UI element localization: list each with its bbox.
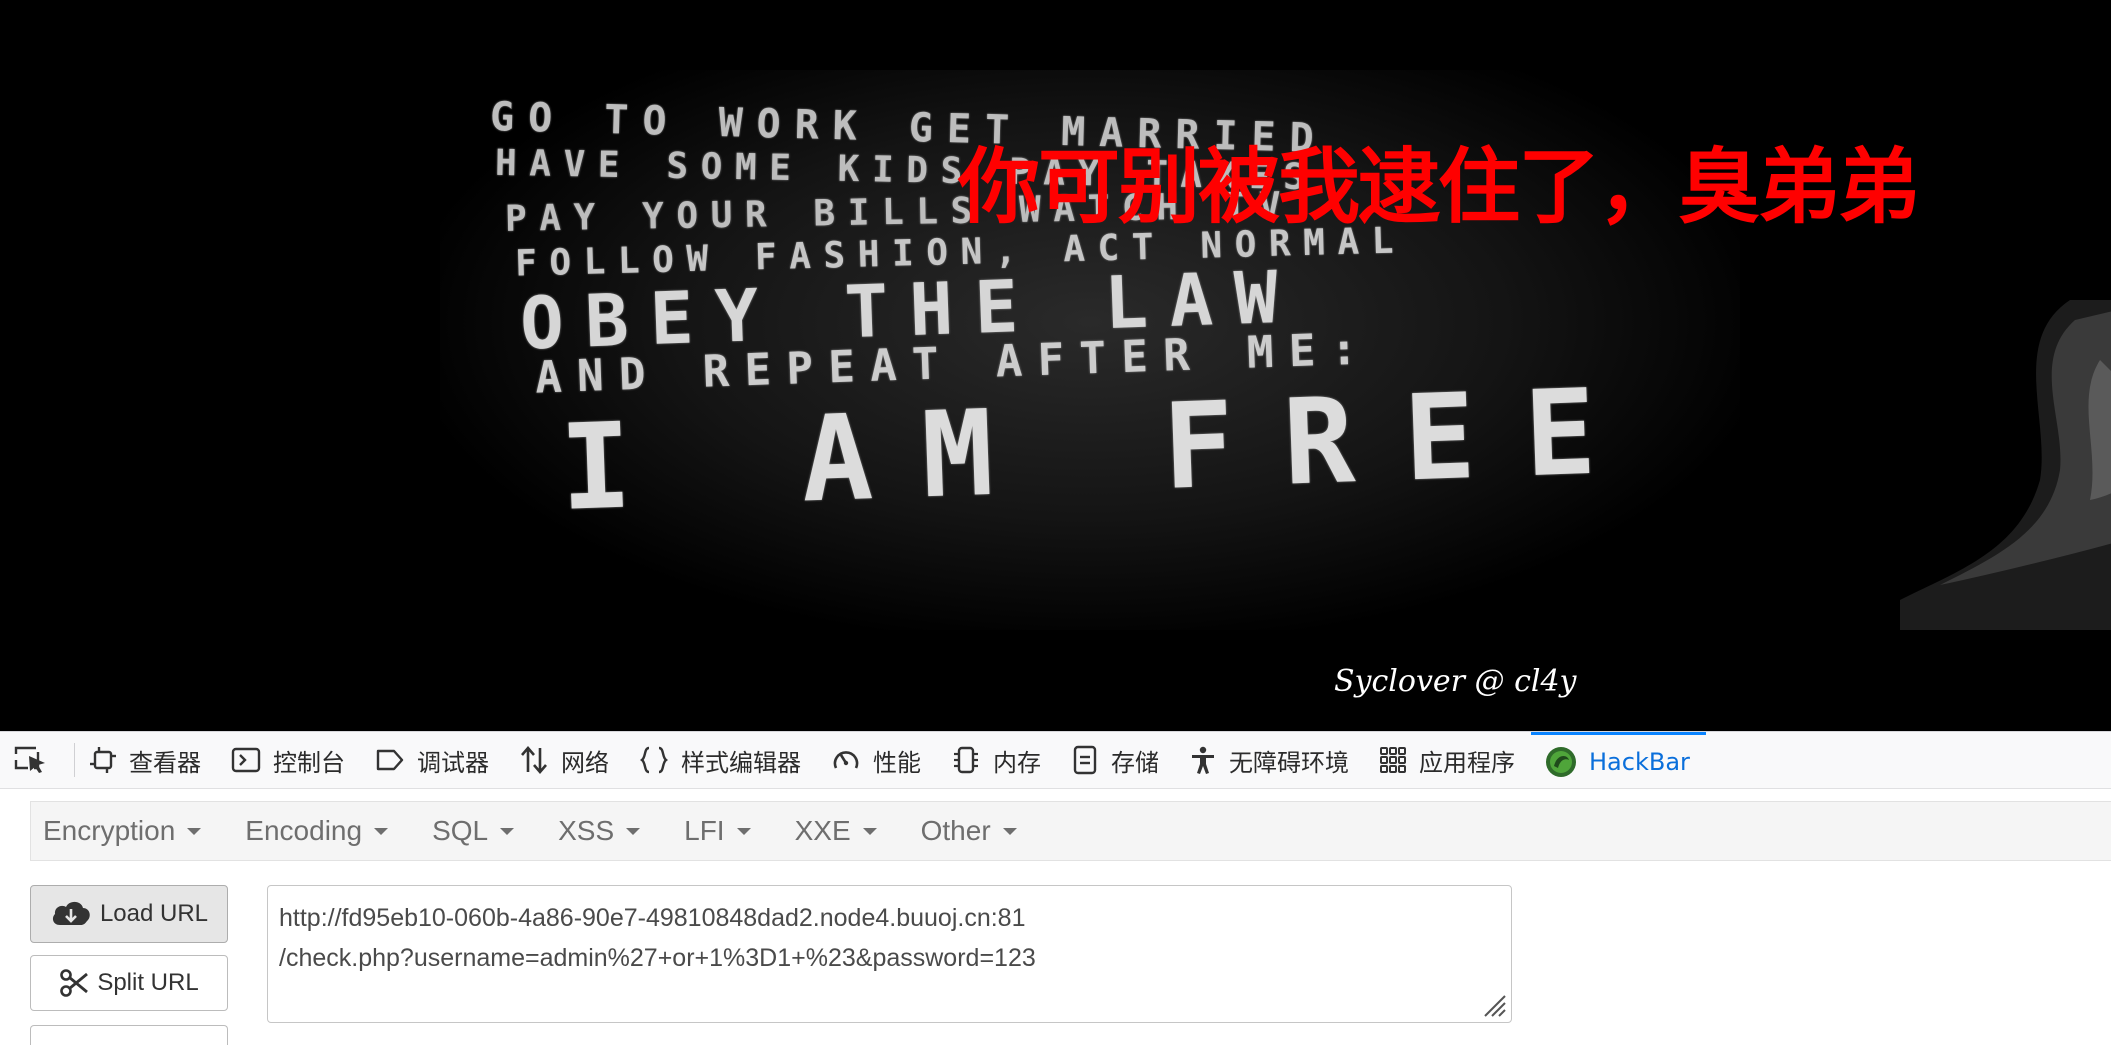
execute-button[interactable] bbox=[30, 1025, 228, 1045]
page-viewport: GO TO WORK GET MARRIED HAVE SOME KIDS PA… bbox=[0, 0, 2111, 731]
cloud-download-icon bbox=[52, 901, 90, 925]
button-label: Load URL bbox=[99, 900, 209, 927]
application-icon bbox=[1380, 747, 1406, 773]
tab-label: 性能 bbox=[873, 748, 921, 777]
scissors-icon bbox=[60, 969, 89, 997]
tab-label: 网络 bbox=[561, 748, 609, 777]
menu-label: XSS bbox=[558, 815, 615, 846]
caret-down-icon bbox=[736, 827, 751, 835]
page-title: 你可别被我逮住了，臭弟弟 bbox=[958, 140, 1920, 235]
tab-label: 内存 bbox=[993, 748, 1041, 777]
hackbar-icon bbox=[1546, 746, 1576, 777]
tab-label: 存储 bbox=[1111, 748, 1159, 777]
menu-xxe[interactable]: XXE bbox=[783, 815, 889, 847]
caret-down-icon bbox=[187, 827, 202, 835]
tab-label: 无障碍环境 bbox=[1229, 748, 1349, 777]
tab-accessibility[interactable]: 无障碍环境 bbox=[1175, 732, 1365, 788]
button-label: Split URL bbox=[97, 969, 199, 996]
tab-hackbar[interactable]: HackBar bbox=[1531, 732, 1706, 788]
url-line: http://fd95eb10-060b-4a86-90e7-49810848d… bbox=[279, 904, 1026, 932]
tab-label: 应用程序 bbox=[1419, 748, 1515, 777]
element-picker-button[interactable] bbox=[0, 743, 75, 777]
tab-performance[interactable]: 性能 bbox=[817, 732, 937, 788]
memory-icon bbox=[954, 746, 978, 774]
menu-encryption[interactable]: Encryption bbox=[31, 815, 213, 847]
network-icon bbox=[521, 746, 547, 774]
tab-label: HackBar bbox=[1589, 747, 1690, 776]
caret-down-icon bbox=[862, 827, 877, 835]
tab-console[interactable]: 控制台 bbox=[217, 732, 361, 788]
menu-label: Other bbox=[920, 815, 991, 846]
menu-encoding[interactable]: Encoding bbox=[233, 815, 400, 847]
split-url-button[interactable]: Split URL bbox=[30, 955, 228, 1011]
tab-storage[interactable]: 存储 bbox=[1057, 732, 1175, 788]
caret-down-icon bbox=[626, 827, 641, 835]
debugger-icon bbox=[376, 749, 404, 771]
hackbar-panel: Encryption Encoding SQL XSS LFI XXE Othe… bbox=[0, 789, 2111, 1045]
devtools-toolbar: 查看器 控制台 调试器 网络 样式编辑器 性能 内存 存储 无障碍环境 应用程序… bbox=[0, 731, 2111, 789]
menu-sql[interactable]: SQL bbox=[420, 815, 526, 847]
caret-down-icon bbox=[374, 827, 389, 835]
hackbar-menu-bar: Encryption Encoding SQL XSS LFI XXE Othe… bbox=[30, 801, 2111, 861]
tab-label: 样式编辑器 bbox=[681, 748, 801, 777]
inspector-icon bbox=[90, 747, 116, 773]
menu-label: Encoding bbox=[245, 815, 363, 846]
tab-memory[interactable]: 内存 bbox=[937, 732, 1057, 788]
tab-application[interactable]: 应用程序 bbox=[1365, 732, 1531, 788]
url-textarea[interactable]: http://fd95eb10-060b-4a86-90e7-49810848d… bbox=[267, 885, 1512, 1023]
element-picker-icon bbox=[14, 746, 45, 773]
menu-xss[interactable]: XSS bbox=[546, 815, 652, 847]
tab-label: 控制台 bbox=[273, 748, 345, 777]
tab-debugger[interactable]: 调试器 bbox=[361, 732, 505, 788]
tab-label: 调试器 bbox=[417, 748, 489, 777]
menu-label: LFI bbox=[684, 815, 725, 846]
resize-grip-icon[interactable] bbox=[1481, 992, 1507, 1018]
tab-inspector[interactable]: 查看器 bbox=[75, 732, 217, 788]
menu-label: SQL bbox=[432, 815, 489, 846]
menu-other[interactable]: Other bbox=[909, 815, 1029, 847]
silhouette-figure-image bbox=[1900, 300, 2111, 630]
console-icon bbox=[231, 747, 261, 773]
caret-down-icon bbox=[500, 827, 515, 835]
menu-label: XXE bbox=[794, 815, 851, 846]
load-url-button[interactable]: Load URL bbox=[30, 885, 228, 943]
storage-icon bbox=[1073, 745, 1097, 775]
tab-label: 查看器 bbox=[129, 748, 201, 777]
style-editor-icon bbox=[640, 746, 668, 774]
performance-icon bbox=[833, 751, 859, 769]
author-signature: Syclover @ cl4y bbox=[1334, 664, 1577, 699]
menu-lfi[interactable]: LFI bbox=[672, 815, 762, 847]
caret-down-icon bbox=[1002, 827, 1017, 835]
url-line: /check.php?username=admin%27+or+1%3D1+%2… bbox=[279, 944, 1036, 972]
tab-network[interactable]: 网络 bbox=[505, 732, 625, 788]
accessibility-icon bbox=[1192, 746, 1214, 774]
tab-style-editor[interactable]: 样式编辑器 bbox=[625, 732, 817, 788]
menu-label: Encryption bbox=[43, 815, 176, 846]
